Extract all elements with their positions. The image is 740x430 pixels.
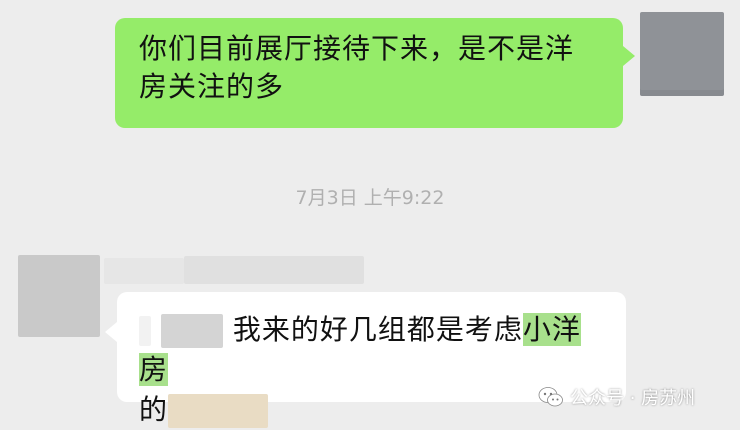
received-message-text: 我来的好几组都是考虑	[232, 313, 523, 346]
contact-avatar[interactable]	[18, 255, 100, 337]
sent-message-line-1: 你们目前展厅接待下来，是不是洋	[139, 32, 575, 65]
sent-message-bubble[interactable]: 你们目前展厅接待下来，是不是洋 房关注的多	[115, 18, 635, 128]
redacted-text-block	[160, 314, 223, 348]
message-timestamp: 7月3日 上午9:22	[295, 187, 445, 209]
watermark-text: 公众号 · 房苏州	[570, 388, 696, 409]
sent-message-line-2: 房关注的多	[139, 70, 285, 103]
wechat-official-account-icon	[538, 387, 563, 407]
watermark: 公众号 · 房苏州	[538, 384, 695, 410]
received-message-text-2: 的	[139, 393, 169, 426]
received-message-line-1: 我来的好几组都是考虑小洋房	[139, 310, 608, 390]
redacted-text-block	[168, 394, 269, 428]
blurred-contact-name	[184, 256, 364, 284]
blurred-contact-name	[104, 258, 184, 284]
redacted-text-block	[139, 316, 151, 346]
self-avatar[interactable]	[640, 12, 724, 96]
